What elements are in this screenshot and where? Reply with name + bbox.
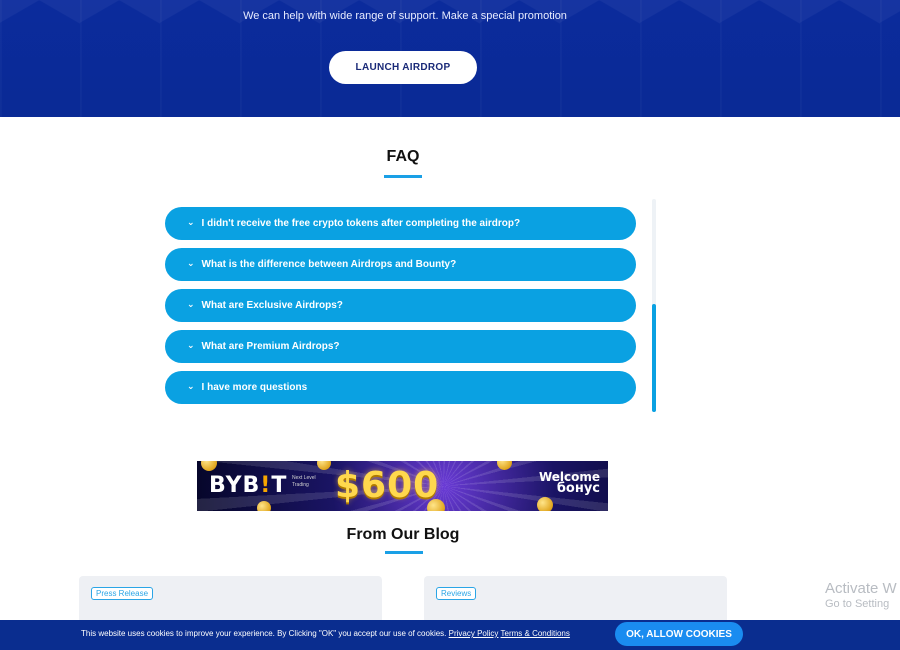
blog-card-tag[interactable]: Press Release [91,587,154,600]
blog-title: From Our Blog [346,526,460,543]
coin-decoration [317,461,331,470]
chevron-down-icon: ⌄ [187,340,195,350]
coin-decoration [537,497,553,511]
windows-activation-watermark: Activate W Go to Setting [825,580,897,610]
ad-welcome-line2: бонус [556,481,600,496]
hero-text: We can help with wide range of support. … [243,10,567,22]
ad-amount: $600 [335,465,440,506]
cookie-text: This website uses cookies to improve you… [81,629,570,638]
ad-welcome: Welcome бонус [539,471,600,495]
cookie-message: This website uses cookies to improve you… [81,629,447,638]
blog-card-tag[interactable]: Reviews [436,587,477,600]
chevron-down-icon: ⌄ [187,299,195,309]
faq-title-underline [384,175,422,178]
blog-card[interactable]: Reviews [424,576,727,626]
watermark-line1: Activate W [825,580,897,597]
faq-item[interactable]: ⌄ I didn't receive the free crypto token… [165,207,636,240]
blog-title-underline [385,551,423,554]
faq-item-label: I have more questions [201,382,308,393]
faq-item[interactable]: ⌄ What are Premium Airdrops? [165,330,636,363]
launch-airdrop-button[interactable]: LAUNCH AIRDROP [329,51,477,84]
faq-scrollbar-thumb[interactable] [652,304,656,412]
blog-card[interactable]: Press Release [79,576,382,626]
coin-decoration [201,461,217,471]
faq-scrollbar[interactable] [652,199,656,412]
privacy-policy-link[interactable]: Privacy Policy [449,629,499,638]
faq-item-label: I didn't receive the free crypto tokens … [201,218,521,229]
chevron-down-icon: ⌄ [187,381,195,391]
faq-item[interactable]: ⌄ I have more questions [165,371,636,404]
faq-list: ⌄ I didn't receive the free crypto token… [165,207,636,412]
faq-item-label: What is the difference between Airdrops … [201,259,457,270]
ad-tagline: Next Level Trading [292,475,316,488]
watermark-line2: Go to Setting [825,598,890,610]
cookie-consent-bar: This website uses cookies to improve you… [0,620,900,650]
coin-decoration [257,501,271,511]
faq-item-label: What are Exclusive Airdrops? [201,300,343,311]
chevron-down-icon: ⌄ [187,258,195,268]
faq-title: FAQ [386,148,420,165]
faq-item[interactable]: ⌄ What is the difference between Airdrop… [165,248,636,281]
faq-item[interactable]: ⌄ What are Exclusive Airdrops? [165,289,636,322]
hero-banner: We can help with wide range of support. … [0,0,900,117]
bybit-logo: BYB!T [209,473,288,498]
terms-conditions-link[interactable]: Terms & Conditions [501,629,570,638]
faq-item-label: What are Premium Airdrops? [201,341,340,352]
allow-cookies-button[interactable]: OK, ALLOW COOKIES [615,622,743,646]
bybit-ad-banner[interactable]: BYB!T Next Level Trading $600 Welcome бо… [197,461,608,511]
coin-decoration [497,461,512,470]
chevron-down-icon: ⌄ [187,217,195,227]
